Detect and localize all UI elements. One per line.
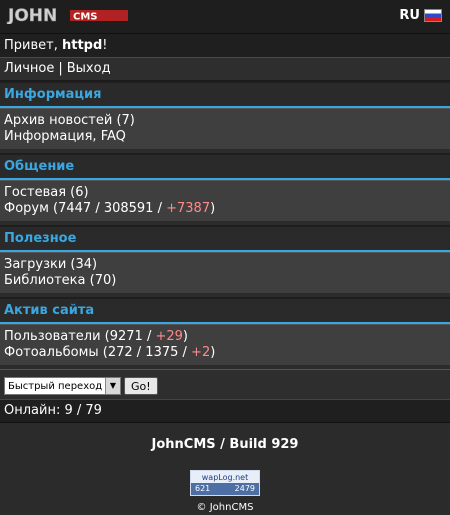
svg-text:CMS: CMS [73,12,98,23]
quick-jump-bar: Быстрый переход ▼ Go! [0,369,450,399]
personal-link[interactable]: Личное [4,61,54,76]
svg-text:JOHN: JOHN [7,6,57,24]
johncms-logo[interactable]: JOHN CMS [6,6,130,24]
language-selector[interactable]: RU [399,8,442,23]
greeting-prefix: Привет, [4,38,58,53]
section-body-info: Архив новостей (7) Информация, FAQ [0,108,450,153]
copyright: © JohnCMS [196,502,254,513]
counter-title: wapLog.net [191,471,259,483]
section-title-useful: Полезное [0,225,450,252]
greeting: Привет, httpd! [0,33,450,57]
section-body-site-activity: Пользователи (9271 / +29) Фотоальбомы (2… [0,324,450,369]
section-title-communication: Общение [0,153,450,180]
greeting-user: httpd [61,38,103,53]
section-body-useful: Загрузки (34) Библиотека (70) [0,252,450,297]
go-button[interactable]: Go! [124,377,158,395]
photo-albums-new-count[interactable]: +2 [191,345,210,360]
logout-link[interactable]: Выход [67,61,111,76]
counter-left: 621 [195,484,211,493]
waplog-counter[interactable]: wapLog.net 621 2479 [190,470,260,496]
guestbook-link[interactable]: Гостевая (6) [4,185,89,200]
section-title-info: Информация [0,81,450,108]
users-link[interactable]: Пользователи (9271 / [4,329,155,344]
header: JOHN CMS RU [0,0,450,33]
downloads-link[interactable]: Загрузки (34) [4,257,97,272]
counter-right: 2479 [234,484,255,493]
russia-flag-icon[interactable] [424,9,442,22]
footer: JohnCMS / Build 929 wapLog.net 621 2479 … [0,423,450,513]
language-code[interactable]: RU [399,8,420,23]
quick-jump-selected: Быстрый переход [8,380,103,392]
forum-close-paren: ) [210,201,216,216]
photo-albums-close-paren: ) [210,345,216,360]
info-faq-link[interactable]: Информация, FAQ [4,129,126,144]
photo-albums-link[interactable]: Фотоальбомы (272 / 1375 / [4,345,191,360]
build-info: JohnCMS / Build 929 [151,437,299,452]
dropdown-arrow-icon[interactable]: ▼ [105,378,120,394]
forum-new-count[interactable]: +7387 [166,201,210,216]
greeting-suffix: ! [102,38,108,53]
counter-numbers: 621 2479 [191,484,259,495]
forum-link[interactable]: Форум (7447 / 308591 / [4,201,166,216]
nav-separator: | [58,61,63,76]
section-title-site-activity: Актив сайта [0,297,450,324]
user-nav: Личное | Выход [0,57,450,81]
online-counter[interactable]: Онлайн: 9 / 79 [0,399,450,423]
section-body-communication: Гостевая (6) Форум (7447 / 308591 / +738… [0,180,450,225]
news-archive-link[interactable]: Архив новостей (7) [4,113,135,128]
library-link[interactable]: Библиотека (70) [4,273,116,288]
users-close-paren: ) [182,329,188,344]
quick-jump-select[interactable]: Быстрый переход ▼ [4,377,121,395]
users-new-count[interactable]: +29 [155,329,182,344]
